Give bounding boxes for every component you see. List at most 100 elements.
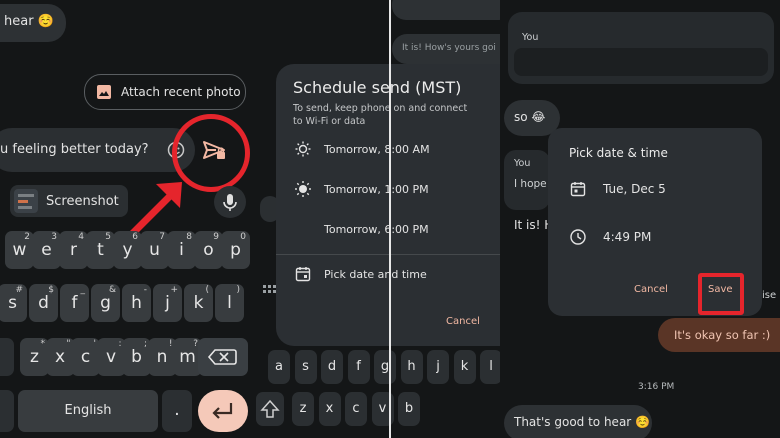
key-label: c	[80, 347, 91, 367]
left-function-key[interactable]	[0, 390, 14, 432]
compose-field[interactable]: u feeling better today?	[0, 128, 195, 172]
key-y[interactable]: 6y	[113, 231, 142, 269]
quoted-reply-card-2: You I hope	[504, 150, 550, 210]
option-label: Tomorrow, 8:00 AM	[324, 142, 430, 156]
pick-date-time-option[interactable]: Pick date and time	[294, 261, 427, 287]
clipboard-screenshot-chip[interactable]: Screenshot	[10, 185, 128, 217]
moon-icon	[298, 222, 305, 236]
schedule-send-panel: It is! How's yours goi asdfghjkl zxcvb S…	[252, 0, 500, 438]
key-hint: (	[205, 285, 209, 295]
period-key[interactable]: .	[162, 390, 192, 432]
background-key-x: x	[318, 392, 341, 426]
backspace-key[interactable]	[198, 338, 248, 376]
key-label: r	[70, 240, 77, 260]
key-hint: 2	[24, 232, 30, 242]
pick-date-time-panel: You so 😂 You I hope It is! H ise It's ok…	[500, 0, 780, 438]
shift-icon	[260, 399, 280, 418]
schedule-send-dialog: Schedule send (MST) To send, keep phone …	[276, 64, 500, 346]
mic-button[interactable]	[214, 186, 246, 218]
enter-icon	[212, 403, 233, 419]
calendar-icon	[295, 267, 311, 282]
key-label: w	[12, 240, 27, 260]
key-label: x	[54, 347, 66, 367]
key-label: p	[230, 240, 241, 260]
background-key-l: l	[480, 350, 500, 384]
save-highlight-annotation	[698, 273, 744, 315]
clip-label: Screenshot	[46, 193, 119, 209]
hope-text: I hope	[514, 178, 547, 190]
option-tomorrow-8am[interactable]: Tomorrow, 8:00 AM	[294, 136, 430, 162]
key-hint: 7	[159, 232, 165, 242]
dialog-subtitle: To send, keep phone on and connect to Wi…	[293, 103, 468, 127]
incoming-message-bubble: hear ☺️	[0, 4, 66, 42]
key-z[interactable]: * z	[20, 338, 49, 376]
shift-key-partial[interactable]	[0, 338, 14, 376]
calendar-icon	[570, 182, 586, 197]
time-value: 4:49 PM	[603, 230, 652, 244]
messages-compose-panel: hear ☺️ Attach recent photo u feeling be…	[0, 0, 252, 438]
key-o[interactable]: 9o	[194, 231, 223, 269]
key-label: m	[179, 347, 196, 367]
key-l[interactable]: ) l	[215, 284, 244, 322]
cancel-button[interactable]: Cancel	[634, 284, 668, 295]
key-w[interactable]: 2w	[5, 231, 34, 269]
attach-recent-photo-chip[interactable]: Attach recent photo	[84, 74, 246, 110]
option-tomorrow-1pm[interactable]: Tomorrow, 1:00 PM	[294, 176, 429, 202]
key-f[interactable]: _ f	[60, 284, 89, 322]
key-s[interactable]: # s	[0, 284, 27, 322]
key-k[interactable]: (k	[184, 284, 213, 322]
compose-input-text: u feeling better today?	[0, 142, 149, 157]
key-label: o	[203, 240, 214, 260]
key-u[interactable]: 7u	[140, 231, 169, 269]
background-key-k: k	[453, 350, 476, 384]
key-hint: _	[80, 285, 86, 295]
option-tomorrow-6pm[interactable]: Tomorrow, 6:00 PM	[294, 216, 429, 242]
background-key-s: s	[294, 350, 317, 384]
key-hint: 8	[186, 232, 192, 242]
cancel-button[interactable]: Cancel	[446, 316, 480, 327]
background-key-z: z	[292, 392, 314, 426]
key-r[interactable]: 4r	[59, 231, 88, 269]
key-t[interactable]: 5t	[86, 231, 115, 269]
key-c[interactable]: ' c	[71, 338, 100, 376]
option-label: Tomorrow, 6:00 PM	[324, 222, 429, 236]
message-text: so 😂	[514, 110, 546, 124]
key-e[interactable]: 3e	[32, 231, 61, 269]
you-label: You	[522, 32, 539, 43]
key-g[interactable]: & g	[91, 284, 120, 322]
message-bubble-so: so 😂	[504, 100, 560, 136]
key-hint: 3	[51, 232, 57, 242]
key-hint: +	[170, 285, 178, 295]
clock-icon	[570, 229, 586, 245]
sent-message-text: It's okay so far :)	[674, 328, 771, 342]
key-d[interactable]: $ d	[29, 284, 58, 322]
screenshot-thumbnail-icon	[14, 189, 38, 213]
quoted-reply-card: You	[508, 12, 774, 84]
key-b[interactable]: ; b	[122, 338, 151, 376]
key-label: g	[100, 293, 111, 313]
option-label: Tomorrow, 1:00 PM	[324, 182, 429, 196]
key-p[interactable]: 0p	[221, 231, 250, 269]
key-label: e	[41, 240, 52, 260]
key-label: d	[38, 293, 49, 313]
dialog-title: Pick date & time	[569, 146, 668, 160]
enter-key[interactable]	[198, 390, 248, 432]
key-hint: *	[40, 339, 46, 349]
background-keyboard: asdfghjkl zxcvb	[252, 340, 500, 438]
space-bar[interactable]: English	[18, 390, 158, 432]
date-row[interactable]: Tue, Dec 5	[569, 180, 666, 198]
key-label: k	[193, 293, 204, 313]
key-hint: 4	[78, 232, 84, 242]
key-label: h	[131, 293, 142, 313]
key-i[interactable]: 8i	[167, 231, 196, 269]
key-j[interactable]: + j	[153, 284, 182, 322]
key-h[interactable]: -h	[122, 284, 151, 322]
message-text: That's good to hear ☺️	[514, 415, 650, 429]
background-key-h: h	[400, 350, 423, 384]
dialog-title: Schedule send (MST)	[293, 78, 462, 97]
key-label: v	[105, 347, 117, 367]
time-row[interactable]: 4:49 PM	[569, 228, 651, 246]
dialog-divider	[276, 254, 500, 255]
background-key-a: a	[268, 350, 290, 384]
key-label: t	[97, 240, 104, 260]
